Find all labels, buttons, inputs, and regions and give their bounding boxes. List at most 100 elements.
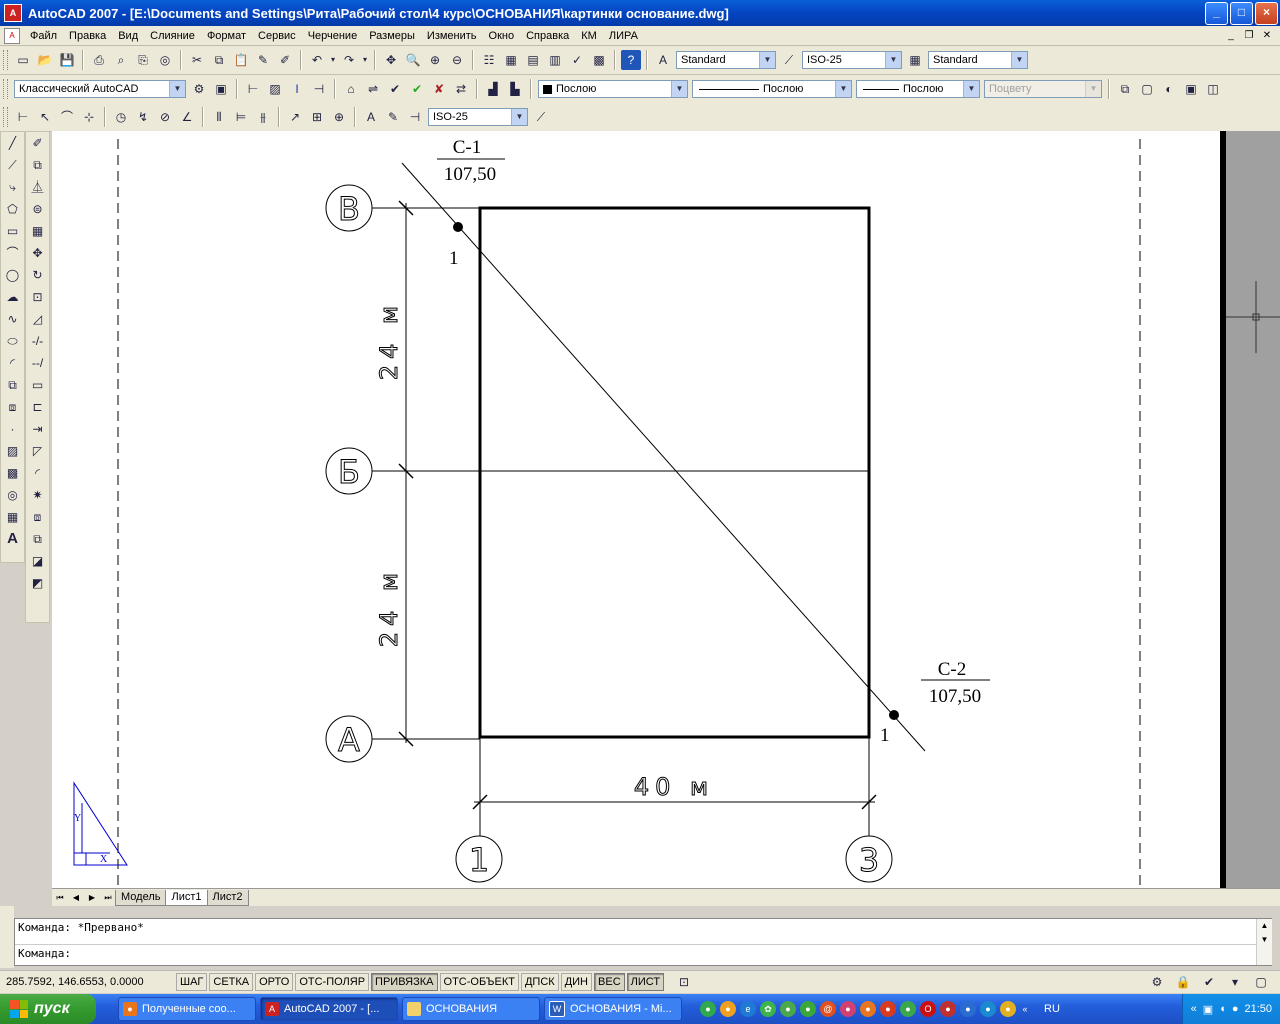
osnap-toggle[interactable]: ПРИВЯЗКА xyxy=(371,973,438,991)
ellipse-icon[interactable]: ⬭ xyxy=(3,331,23,351)
quick-launch-app-icon[interactable]: ✿ xyxy=(760,1001,776,1017)
dim-baseline2-icon[interactable]: ⊨ xyxy=(231,107,251,127)
revision-cloud-icon[interactable]: ☁ xyxy=(3,287,23,307)
tab-model[interactable]: Модель xyxy=(115,889,167,906)
construction-line-icon[interactable]: ⟋ xyxy=(3,155,23,175)
arc-icon[interactable]: ⌒ xyxy=(3,243,23,263)
language-indicator[interactable]: RU xyxy=(1044,1003,1060,1015)
new-icon[interactable]: ▭ xyxy=(13,50,33,70)
break-at-point-icon[interactable]: ▭ xyxy=(28,375,48,395)
array-icon[interactable]: ▦ xyxy=(28,221,48,241)
toolbar-grip[interactable] xyxy=(3,107,8,127)
ellipse-arc-icon[interactable]: ◜ xyxy=(3,353,23,373)
block-editor-icon[interactable]: ✐ xyxy=(275,50,295,70)
design-center-icon[interactable]: ▦ xyxy=(501,50,521,70)
otrack-toggle[interactable]: ОТС-ОБЪЕКТ xyxy=(439,973,519,991)
quick-launch-app-icon[interactable]: ● xyxy=(1000,1001,1016,1017)
dim-style-select[interactable]: ISO-25 ▼ xyxy=(802,51,902,69)
status-menu-icon[interactable]: ▾ xyxy=(1225,972,1245,992)
text-style-icon[interactable]: A xyxy=(653,50,673,70)
menu-km[interactable]: КМ xyxy=(575,30,603,42)
draworder-front-icon[interactable]: ⧈ xyxy=(28,507,48,527)
publish-icon[interactable]: ⎘ xyxy=(133,50,153,70)
rotate-icon[interactable]: ↻ xyxy=(28,265,48,285)
offset-icon[interactable]: ⊜ xyxy=(28,199,48,219)
redo-dropdown-icon[interactable]: ▾ xyxy=(361,50,369,70)
dim-continue-icon[interactable]: ⫵ xyxy=(253,107,273,127)
quick-launch-app-icon[interactable]: ● xyxy=(880,1001,896,1017)
mirror-icon[interactable]: ⏅ xyxy=(28,177,48,197)
dim-angular-icon[interactable]: ∠ xyxy=(177,107,197,127)
last-tab-icon[interactable]: ⏭ xyxy=(100,890,116,905)
sheet-set-icon[interactable]: ▥ xyxy=(545,50,565,70)
command-scrollbar[interactable]: ▲ ▼ xyxy=(1256,919,1272,965)
extend-icon[interactable]: --/ xyxy=(28,353,48,373)
drawing-canvas[interactable]: В Б А 1 3 24 м 24 м 40 м 1 1 С-1 107,50 … xyxy=(52,131,1280,888)
next-tab-icon[interactable]: ▶ xyxy=(84,890,100,905)
dim-baseline-icon[interactable]: ⊣ xyxy=(309,79,329,99)
layer-prev-icon[interactable]: ⇌ xyxy=(363,79,383,99)
zoom-previous-icon[interactable]: ⊖ xyxy=(447,50,467,70)
start-button[interactable]: пуск xyxy=(0,994,96,1024)
quick-launch-app-icon[interactable]: ● xyxy=(780,1001,796,1017)
draworder-under-icon[interactable]: ◩ xyxy=(28,573,48,593)
named-views-icon[interactable]: ⧉ xyxy=(1115,79,1135,99)
opera-icon[interactable]: O xyxy=(920,1001,936,1017)
polygon-icon[interactable]: ⬠ xyxy=(3,199,23,219)
undo-icon[interactable]: ↶ xyxy=(307,50,327,70)
layer-match-icon[interactable]: ▟ xyxy=(483,79,503,99)
explode-icon[interactable]: ✷ xyxy=(28,485,48,505)
layer-state-icon[interactable]: ✔ xyxy=(385,79,405,99)
polyline-icon[interactable]: ⤷ xyxy=(3,177,23,197)
quick-dim-icon[interactable]: ⫴ xyxy=(209,107,229,127)
layer-change-icon[interactable]: ▙ xyxy=(505,79,525,99)
zoom-window-icon[interactable]: ⊕ xyxy=(425,50,445,70)
point-icon[interactable]: · xyxy=(3,419,23,439)
dim-quick-icon[interactable]: ⊢ xyxy=(243,79,263,99)
paper-toggle[interactable]: ЛИСТ xyxy=(626,973,665,991)
table-icon[interactable]: ▦ xyxy=(3,507,23,527)
save-icon[interactable]: 💾 xyxy=(57,50,77,70)
join-icon[interactable]: ⇥ xyxy=(28,419,48,439)
workspace-select[interactable]: Классический AutoCAD ▼ xyxy=(14,80,186,98)
layout-icon[interactable]: ▣ xyxy=(1181,79,1201,99)
calculator-icon[interactable]: ▩ xyxy=(589,50,609,70)
center-mark-icon[interactable]: ⊕ xyxy=(329,107,349,127)
menu-help[interactable]: Справка xyxy=(520,30,575,42)
menu-file[interactable]: Файл xyxy=(24,30,63,42)
make-block-icon[interactable]: ⧈ xyxy=(3,397,23,417)
scroll-down-icon[interactable]: ▼ xyxy=(1257,933,1272,947)
clean-screen-icon[interactable]: ▢ xyxy=(1251,972,1271,992)
copy-object-icon[interactable]: ⧉ xyxy=(28,155,48,175)
quick-launch-app-icon[interactable]: @ xyxy=(820,1001,836,1017)
plot-preview-icon[interactable]: ⌕ xyxy=(111,50,131,70)
tool-palettes-icon[interactable]: ▤ xyxy=(523,50,543,70)
match-properties-icon[interactable]: ✎ xyxy=(253,50,273,70)
taskbar-item-folder[interactable]: ОСНОВАНИЯ xyxy=(402,997,540,1021)
layer-walk-icon[interactable]: ⇄ xyxy=(451,79,471,99)
gradient-icon[interactable]: ▩ xyxy=(3,463,23,483)
doc-restore-icon[interactable]: ❐ xyxy=(1242,29,1256,43)
layout-viewport-icon[interactable]: ⊡ xyxy=(674,972,694,992)
trim-icon[interactable]: -/- xyxy=(28,331,48,351)
menu-modify[interactable]: Изменить xyxy=(421,30,483,42)
table-style-icon[interactable]: ▦ xyxy=(905,50,925,70)
stretch-icon[interactable]: ◿ xyxy=(28,309,48,329)
command-grip[interactable] xyxy=(0,906,14,968)
autocad-app-icon[interactable]: A xyxy=(4,4,22,22)
dyn-toggle[interactable]: ДИН xyxy=(560,973,593,991)
hatch-icon[interactable]: ▨ xyxy=(3,441,23,461)
close-button[interactable]: × xyxy=(1255,1,1278,25)
lineweight-select[interactable]: Послою ▼ xyxy=(856,80,980,98)
dim-text-edit-icon[interactable]: ✎ xyxy=(383,107,403,127)
network-icon[interactable]: ▣ xyxy=(1203,1003,1213,1016)
first-tab-icon[interactable]: ⏮ xyxy=(52,890,68,905)
leader-icon[interactable]: ↗ xyxy=(285,107,305,127)
undo-dropdown-icon[interactable]: ▾ xyxy=(329,50,337,70)
doc-minimize-icon[interactable]: _ xyxy=(1224,29,1238,43)
clock[interactable]: 21:50 xyxy=(1244,1003,1272,1015)
quick-launch-expand-icon[interactable]: « xyxy=(1020,1001,1030,1017)
layer-iso-icon[interactable]: ✔ xyxy=(407,79,427,99)
rectangle-icon[interactable]: ▭ xyxy=(3,221,23,241)
dim-ordinate-icon[interactable]: ⊹ xyxy=(79,107,99,127)
